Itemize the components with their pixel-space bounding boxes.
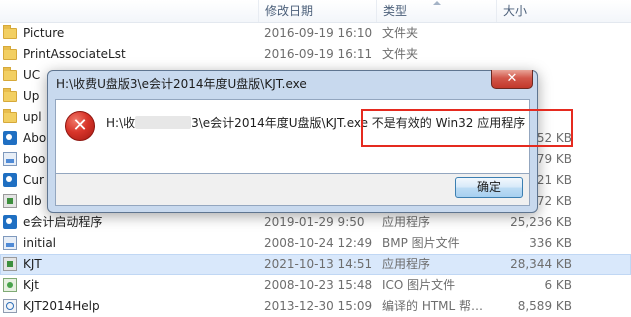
ok-button-label: 确定 [476,180,501,194]
close-button[interactable]: ✕ [491,70,533,89]
file-row[interactable]: Picture 2016-09-19 16:10 文件夹 [0,23,631,44]
file-date: 2016-09-19 16:11 [264,47,373,61]
file-type: 文件夹 [382,26,419,40]
file-icon-cell [3,44,19,65]
file-row[interactable]: Kjt 2008-10-23 15:48 ICO 图片文件 6 KB [0,275,631,296]
file-icon-cell [3,212,19,233]
file-name: Picture [23,26,65,40]
ico-file-icon [3,278,17,292]
column-name[interactable] [0,0,258,22]
file-icon-cell [3,254,19,275]
file-date: 2013-12-30 15:09 [264,299,373,313]
file-size [496,23,572,44]
file-icon-cell [3,233,19,254]
file-name: initial [23,236,56,250]
redacted-text [135,116,192,129]
message-middle: 3\e会计2014年度U盘版\ [191,116,326,130]
folder-icon [3,46,17,60]
file-size: 336 KB [529,236,572,250]
error-dialog: H:\收费U盘版3\e会计2014年度U盘版\KJT.exe ✕ ✕ H:\收 3… [47,70,573,213]
app-icon [3,173,17,187]
file-icon-cell [3,296,19,317]
file-icon-cell [3,86,19,107]
folder-icon [3,109,17,123]
file-name: e会计启动程序 [23,215,103,229]
file-date: 2021-10-13 14:51 [264,257,373,271]
dialog-content: ✕ H:\收 3\e会计2014年度U盘版\KJT.exe 不是有效的 Win32… [55,99,573,174]
column-size[interactable]: 大小 [496,0,631,22]
file-size [496,44,572,65]
file-date: 2008-10-24 12:49 [264,236,373,250]
column-type[interactable]: 类型 [376,0,496,22]
file-row[interactable]: initial 2008-10-24 12:49 BMP 图片文件 336 KB [0,233,631,254]
file-list-header: 修改日期 类型 大小 [0,0,631,23]
message-highlight: KJT.exe 不是有效的 Win32 应用程序 [325,116,526,130]
file-size: 8,589 KB [517,299,572,313]
column-date[interactable]: 修改日期 [258,0,376,22]
dialog-title: H:\收费U盘版3\e会计2014年度U盘版\KJT.exe [56,77,307,91]
file-row[interactable]: KJT 2021-10-13 14:51 应用程序 28,344 KB [0,254,631,275]
file-row[interactable]: KJT2014Help 2013-12-30 15:09 编译的 HTML 帮… 8,… [0,296,631,317]
file-type: 文件夹 [382,47,419,61]
ok-button[interactable]: 确定 [455,177,523,198]
folder-icon [3,88,17,102]
file-icon-cell [3,275,19,296]
file-size: 6 KB [544,278,572,292]
app-icon [3,131,17,145]
file-icon-cell [3,191,19,212]
file-type: BMP 图片文件 [382,236,460,250]
file-date: 2008-10-23 15:48 [264,278,373,292]
file-icon-cell [3,65,19,86]
file-type: ICO 图片文件 [382,278,456,292]
file-size: 25,236 KB [510,215,572,229]
file-icon-cell [3,170,19,191]
dialog-footer: 确定 [55,174,530,206]
file-row[interactable]: e会计启动程序 2019-01-29 9:50 应用程序 25,236 KB [0,212,631,233]
bmp-icon [3,152,17,166]
error-icon: ✕ [65,111,95,141]
file-icon-cell [3,149,19,170]
kjt-icon [3,257,17,271]
file-name: KJT2014Help [23,299,100,313]
file-size: 28,344 KB [510,257,572,271]
error-message: H:\收 3\e会计2014年度U盘版\KJT.exe 不是有效的 Win32 应… [106,109,573,147]
bmp-icon [3,236,17,250]
file-name: KJT [23,257,42,271]
folder-icon [3,25,17,39]
file-icon-cell [3,23,19,44]
html-icon [3,299,17,313]
file-row[interactable]: PrintAssociateLst 2016-09-19 16:11 文件夹 [0,44,631,65]
file-date: 2016-09-19 16:10 [264,26,373,40]
file-type: 编译的 HTML 帮… [382,299,484,313]
message-prefix: H:\收 [106,116,136,130]
folder-icon [3,67,17,81]
file-name: PrintAssociateLst [23,47,126,61]
file-icon-cell [3,107,19,128]
file-icon-cell [3,128,19,149]
file-name: Kjt [23,278,39,292]
kjt-icon [3,194,17,208]
app-icon [3,215,17,229]
file-type: 应用程序 [382,215,431,229]
file-date: 2019-01-29 9:50 [264,215,365,229]
close-icon: ✕ [506,71,518,86]
file-type: 应用程序 [382,257,431,271]
